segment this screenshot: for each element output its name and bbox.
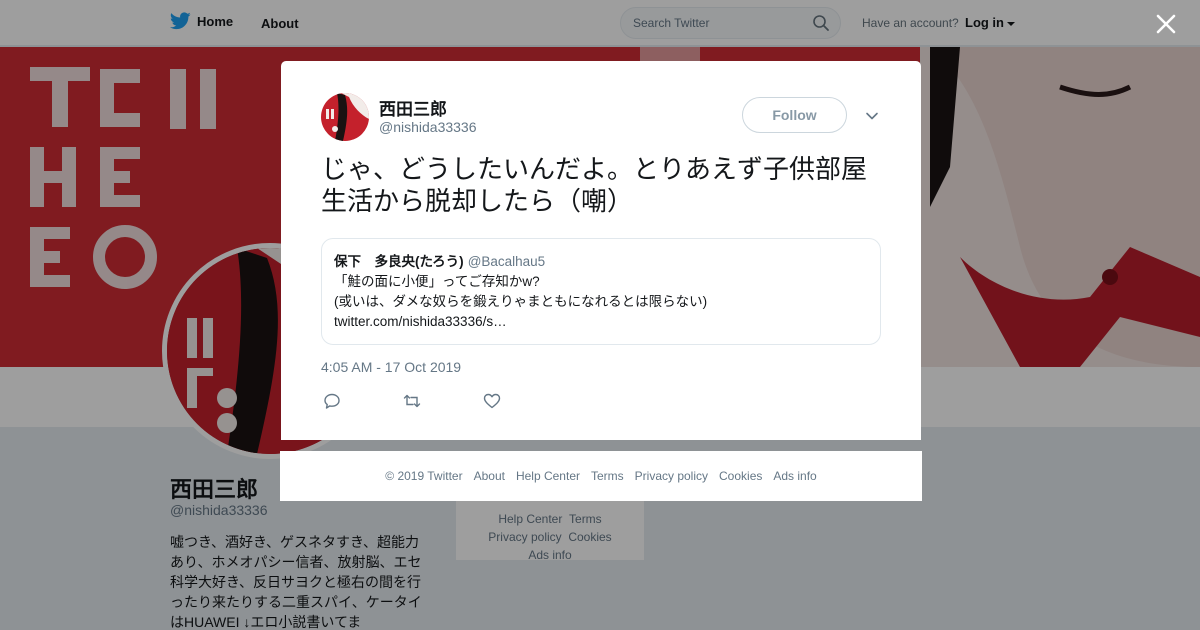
chevron-down-icon[interactable] (865, 109, 879, 123)
tweet-actions (323, 392, 501, 410)
tweet-author-name[interactable]: 西田三郎 (379, 95, 447, 120)
footer-privacy-link[interactable]: Privacy policy (635, 469, 708, 483)
footer-copyright: © 2019 Twitter (385, 469, 463, 483)
footer-about-link[interactable]: About (474, 469, 505, 483)
tweet-text: じゃ、どうしたいんだよ。とりあえず子供部屋生活から脱却したら（嘲） (321, 154, 868, 216)
follow-button[interactable]: Follow (742, 97, 847, 133)
quoted-text-line-1: 「鮭の面に小便」ってご存知かw? (334, 274, 540, 289)
footer-terms-link[interactable]: Terms (591, 469, 624, 483)
footer-cookies-link[interactable]: Cookies (719, 469, 762, 483)
quoted-text-line-2: (或いは、ダメな奴らを鍛えりゃまともになれるとは限らない) (334, 294, 708, 309)
quoted-tweet[interactable]: 保下 多良央(たろう) @Bacalhau5 「鮭の面に小便」ってご存知かw? (… (321, 238, 881, 345)
author-avatar-art (321, 93, 369, 141)
quoted-author-handle: @Bacalhau5 (467, 254, 546, 269)
reply-icon[interactable] (323, 392, 341, 410)
modal-footer-links: © 2019 Twitter About Help Center Terms P… (280, 451, 922, 501)
tweet-author-avatar[interactable] (321, 93, 369, 141)
like-heart-icon[interactable] (483, 392, 501, 410)
retweet-icon[interactable] (403, 392, 421, 410)
tweet-modal: 西田三郎 @nishida33336 Follow じゃ、どうしたいんだよ。とり… (281, 61, 921, 440)
tweet-author-handle[interactable]: @nishida33336 (379, 119, 477, 135)
tweet-timestamp[interactable]: 4:05 AM - 17 Oct 2019 (321, 359, 461, 375)
close-icon[interactable] (1155, 13, 1177, 35)
footer-ads-info-link[interactable]: Ads info (773, 469, 816, 483)
footer-help-center-link[interactable]: Help Center (516, 469, 580, 483)
quoted-link[interactable]: twitter.com/nishida33336/s… (334, 312, 868, 332)
quoted-author-name: 保下 多良央(たろう) (334, 254, 464, 269)
